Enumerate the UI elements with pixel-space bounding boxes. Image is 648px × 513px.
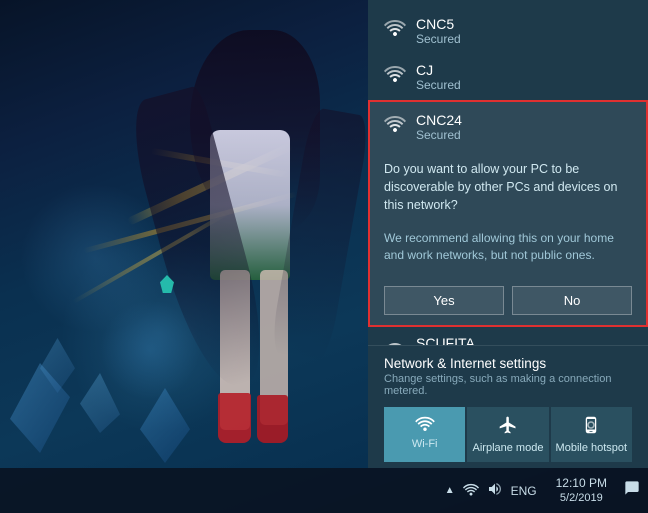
clock-date: 5/2/2019 (560, 491, 603, 505)
notification-center-icon[interactable] (615, 480, 648, 501)
network-cnc24-info: CNC24 Secured (416, 112, 632, 142)
network-item-cnc5[interactable]: CNC5 Secured (368, 8, 648, 54)
character-area (180, 30, 348, 453)
network-item-cj[interactable]: CJ Secured (368, 54, 648, 100)
show-hidden-icons[interactable]: ▲ (442, 483, 458, 498)
wifi-icon-scufita (384, 337, 406, 345)
quick-action-wifi[interactable]: Wi-Fi (384, 407, 465, 462)
network-scufita-info: SCUFITA Secured (416, 335, 632, 345)
wifi-quick-icon (415, 415, 435, 434)
wifi-icon-cj (384, 64, 406, 86)
clock-time: 12:10 PM (556, 476, 607, 492)
taskbar-system-icons: ▲ ENG (434, 479, 548, 502)
network-cj-info: CJ Secured (416, 62, 632, 92)
network-cj-name: CJ (416, 62, 632, 78)
quick-action-mobile[interactable]: Mobile hotspot (551, 407, 632, 462)
network-item-cnc5-header: CNC5 Secured (384, 16, 632, 46)
wifi-icon-cnc5 (384, 18, 406, 40)
network-cnc24-recommend: We recommend allowing this on your home … (384, 230, 632, 264)
network-item-cnc24[interactable]: CNC24 Secured Do you want to allow your … (368, 100, 648, 327)
settings-title[interactable]: Network & Internet settings (384, 356, 632, 371)
network-cj-status: Secured (416, 78, 632, 92)
language-taskbar-icon[interactable]: ENG (508, 482, 540, 500)
network-item-scufita-header: SCUFITA Secured (384, 335, 632, 345)
network-item-cj-header: CJ Secured (384, 62, 632, 92)
network-taskbar-icon[interactable] (460, 480, 482, 501)
network-cnc24-status: Secured (416, 128, 632, 142)
yes-button[interactable]: Yes (384, 286, 504, 315)
network-cnc5-info: CNC5 Secured (416, 16, 632, 46)
airplane-quick-icon (498, 415, 518, 438)
taskbar-right: ▲ ENG 12:10 PM (434, 468, 648, 513)
network-cnc24-question: Do you want to allow your PC to be disco… (384, 160, 632, 214)
no-button[interactable]: No (512, 286, 632, 315)
airplane-quick-label: Airplane mode (473, 442, 544, 454)
network-cnc24-buttons: Yes No (384, 286, 632, 315)
wifi-icon-cnc24 (384, 114, 406, 136)
network-cnc5-name: CNC5 (416, 16, 632, 32)
volume-taskbar-icon[interactable] (484, 479, 506, 502)
network-list: CNC5 Secured CJ Secured (368, 0, 648, 345)
network-cnc24-name: CNC24 (416, 112, 632, 128)
wifi-quick-label: Wi-Fi (412, 438, 438, 450)
settings-subtitle: Change settings, such as making a connec… (384, 373, 632, 397)
network-item-scufita[interactable]: SCUFITA Secured (368, 327, 648, 345)
quick-actions: Wi-Fi Airplane mode Mob (384, 407, 632, 462)
taskbar-clock[interactable]: 12:10 PM 5/2/2019 (548, 476, 615, 506)
mobile-quick-label: Mobile hotspot (556, 442, 628, 454)
network-cnc5-status: Secured (416, 32, 632, 46)
network-scufita-name: SCUFITA (416, 335, 632, 345)
network-panel: CNC5 Secured CJ Secured (368, 0, 648, 468)
mobile-quick-icon (582, 415, 600, 438)
taskbar: ▲ ENG 12:10 PM (0, 468, 648, 513)
quick-action-airplane[interactable]: Airplane mode (467, 407, 548, 462)
network-settings: Network & Internet settings Change setti… (368, 345, 648, 468)
network-item-cnc24-header: CNC24 Secured (384, 112, 632, 142)
